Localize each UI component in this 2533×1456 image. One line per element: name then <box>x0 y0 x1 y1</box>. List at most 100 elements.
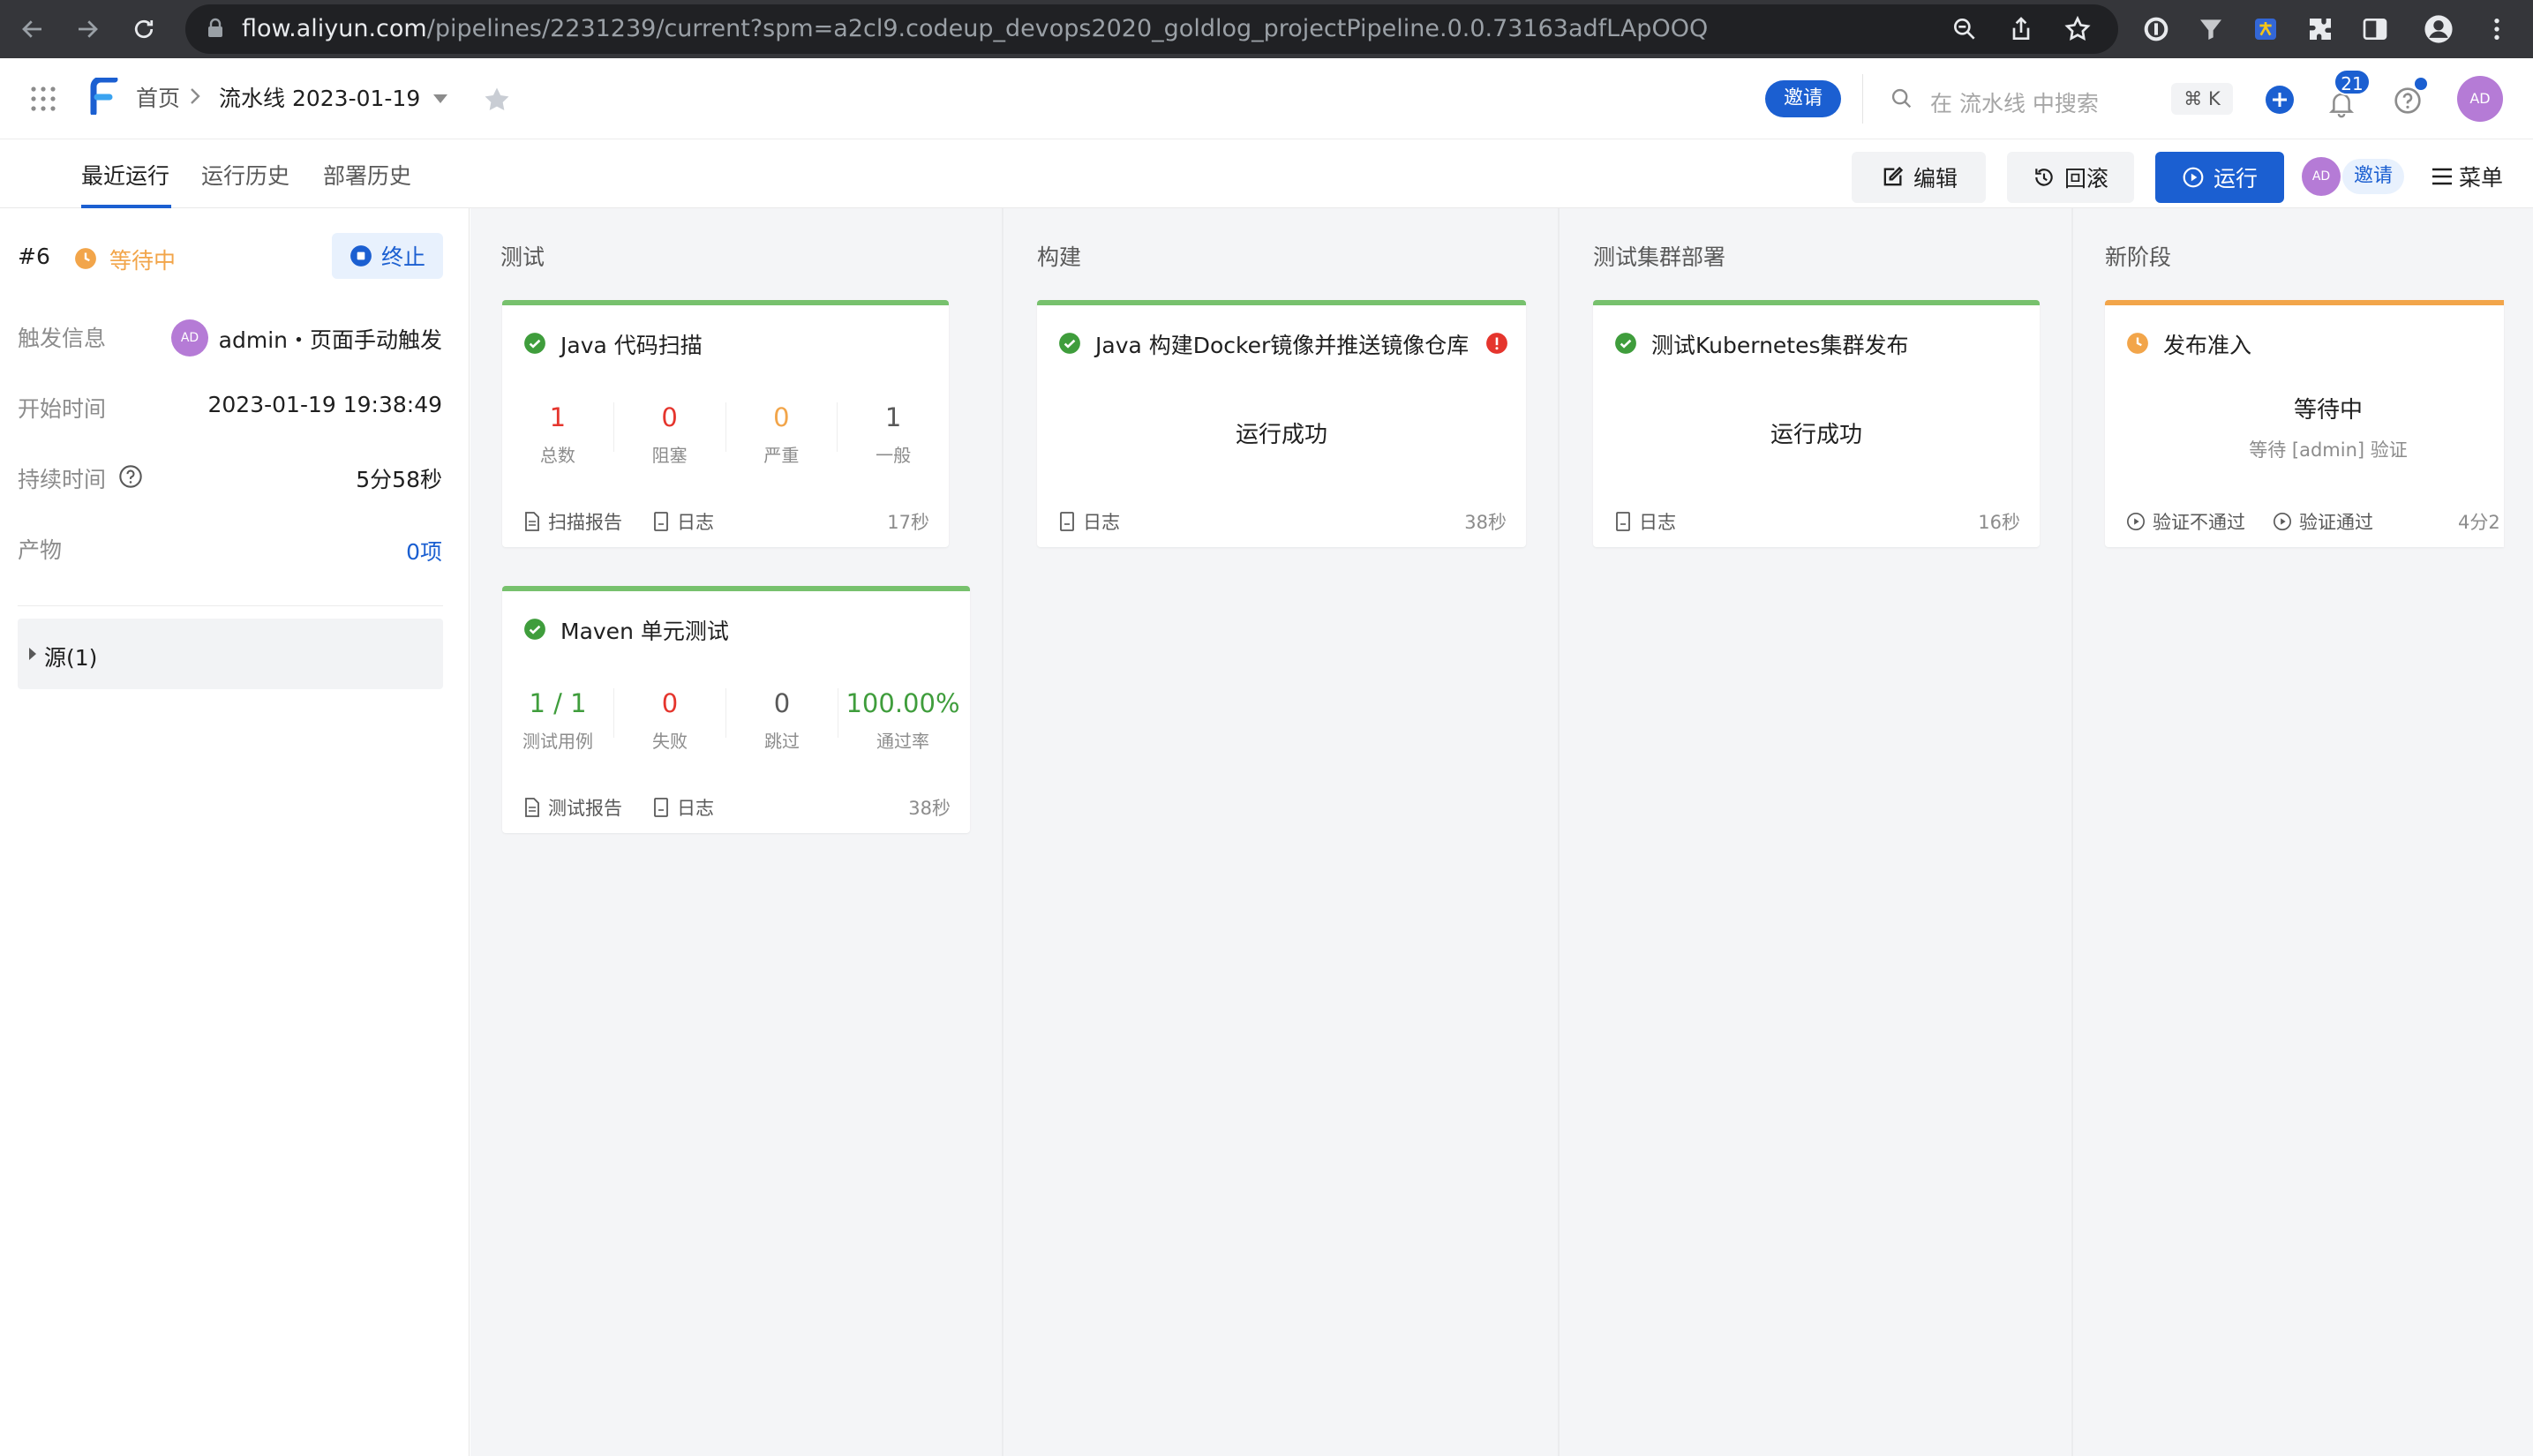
job-duration: 38秒 <box>908 798 951 819</box>
add-plus-icon[interactable] <box>2265 85 2295 115</box>
help-dot <box>2415 78 2427 90</box>
help-icon[interactable] <box>2394 86 2422 115</box>
rollback-button[interactable]: 回滚 <box>2007 152 2134 203</box>
reject-button[interactable]: 验证不通过 <box>2126 508 2245 535</box>
back-icon[interactable] <box>11 7 55 51</box>
job-duration: 16秒 <box>1978 512 2020 533</box>
log-link[interactable]: 日志 <box>652 794 714 821</box>
user-avatar[interactable]: AD <box>2457 76 2503 122</box>
hamburger-menu-icon <box>2432 168 2452 185</box>
metric-label: 阻塞 <box>651 445 688 466</box>
source-collapse[interactable]: 源(1) <box>18 619 443 689</box>
caret-right-icon <box>28 647 37 661</box>
notification-badge: 21 <box>2334 69 2371 95</box>
metric-pass-rate: 100.00% 通过率 <box>838 688 967 753</box>
approval-hint: 等待 [admin] 验证 <box>2249 439 2408 461</box>
sidepanel-icon[interactable] <box>2353 7 2397 51</box>
invite-collaborator-button[interactable]: 邀请 <box>2342 159 2404 194</box>
metric-normal: 1 一般 <box>838 402 949 467</box>
report-label: 测试报告 <box>548 798 622 819</box>
breadcrumb-home[interactable]: 首页 <box>136 81 180 113</box>
job-card-k8s-deploy[interactable]: 测试Kubernetes集群发布 运行成功 日志 16秒 <box>1593 300 2040 547</box>
test-report-link[interactable]: 测试报告 <box>523 794 622 821</box>
scan-report-link[interactable]: 扫描报告 <box>523 508 622 535</box>
job-card-unit-test[interactable]: Maven 单元测试 1 / 1 测试用例 0 失败 0 跳过 100.00% 通过率 … <box>502 586 970 833</box>
pipeline-name[interactable]: 流水线 2023-01-19 <box>219 81 420 113</box>
metric-critical: 0 严重 <box>726 402 838 467</box>
duration-help-icon[interactable] <box>118 464 143 489</box>
stage-title-build: 构建 <box>1037 244 1082 270</box>
favorite-star-icon[interactable] <box>482 85 512 115</box>
search-icon <box>1890 86 1914 111</box>
stage-divider <box>2071 208 2073 1456</box>
profile-icon[interactable] <box>2416 7 2461 51</box>
zoom-icon[interactable] <box>1950 15 1979 43</box>
password-extension-icon[interactable] <box>2134 7 2178 51</box>
approve-button[interactable]: 验证通过 <box>2273 508 2373 535</box>
log-link[interactable]: 日志 <box>1614 508 1676 535</box>
menu-button[interactable]: 菜单 <box>2431 161 2503 192</box>
run-info-panel: #6 等待中 终止 触发信息 AD admin・页面手动触发 开始时间 2023… <box>0 208 470 1456</box>
puzzle-extensions-icon[interactable] <box>2298 7 2342 51</box>
approve-label: 验证通过 <box>2299 512 2373 533</box>
report-icon <box>525 798 539 817</box>
reload-icon[interactable] <box>122 7 166 51</box>
metric-blocker: 0 阻塞 <box>614 402 725 467</box>
log-label: 日志 <box>1083 512 1120 533</box>
metric-skipped: 0 跳过 <box>726 688 838 753</box>
artifacts-label: 产物 <box>18 537 63 563</box>
forward-icon[interactable] <box>65 7 109 51</box>
run-button[interactable]: 运行 <box>2155 152 2284 203</box>
translate-extension-icon[interactable] <box>2244 7 2288 51</box>
artifacts-link[interactable]: 0项 <box>406 535 442 567</box>
browser-toolbar: flow.aliyun.com/pipelines/2231239/curren… <box>0 0 2533 58</box>
shortcut-hint: ⌘ K <box>2171 83 2233 115</box>
divider <box>18 605 443 606</box>
edit-button[interactable]: 编辑 <box>1852 152 1986 203</box>
job-title: Java 构建Docker镜像并推送镜像仓库 <box>1095 333 1469 358</box>
url-text: flow.aliyun.com/pipelines/2231239/curren… <box>242 15 1709 42</box>
log-icon <box>1616 512 1630 531</box>
scan-metrics: 1 总数 0 阻塞 0 严重 1 一般 <box>502 402 949 467</box>
tab-run-history[interactable]: 运行历史 <box>201 159 289 191</box>
share-icon[interactable] <box>2007 15 2035 43</box>
tab-deploy-history[interactable]: 部署历史 <box>323 159 411 191</box>
stop-label: 终止 <box>380 244 425 270</box>
stage-title-test: 测试 <box>500 244 545 270</box>
metric-failed: 0 失败 <box>614 688 725 753</box>
clock-status-icon <box>74 247 97 270</box>
clock-pending-icon <box>2126 332 2149 355</box>
success-check-icon <box>1058 332 1081 355</box>
metric-label: 测试用例 <box>522 731 593 752</box>
metric-cases: 1 / 1 测试用例 <box>502 688 613 753</box>
metric-value: 1 <box>549 402 567 432</box>
filter-extension-icon[interactable] <box>2189 7 2233 51</box>
play-circle-icon <box>2127 513 2145 530</box>
stop-button[interactable]: 终止 <box>332 233 443 279</box>
star-bookmark-icon[interactable] <box>2063 15 2092 43</box>
success-check-icon <box>1614 332 1637 355</box>
invite-button[interactable]: 邀请 <box>1765 80 1841 117</box>
unit-test-metrics: 1 / 1 测试用例 0 失败 0 跳过 100.00% 通过率 <box>502 688 970 753</box>
log-link[interactable]: 日志 <box>1058 508 1120 535</box>
caret-down-icon[interactable] <box>432 94 448 104</box>
metric-total: 1 总数 <box>502 402 613 467</box>
metric-value: 0 <box>661 688 679 718</box>
play-circle-icon <box>2183 167 2204 188</box>
warning-icon[interactable] <box>1485 332 1508 355</box>
tab-recent-runs[interactable]: 最近运行 <box>81 159 169 191</box>
edit-label: 编辑 <box>1913 166 1958 191</box>
job-card-release-gate[interactable]: 发布准入 等待中 等待 [admin] 验证 验证不通过 验证通过 4分2 <box>2105 300 2504 547</box>
flow-logo-icon[interactable] <box>88 78 118 115</box>
more-vert-icon[interactable] <box>2475 7 2519 51</box>
success-check-icon <box>523 332 546 355</box>
job-card-docker-build[interactable]: Java 构建Docker镜像并推送镜像仓库 运行成功 日志 38秒 <box>1037 300 1526 547</box>
stage-divider <box>1558 208 1560 1456</box>
job-title: 发布准入 <box>2163 333 2252 358</box>
report-label: 扫描报告 <box>548 512 622 533</box>
log-link[interactable]: 日志 <box>652 508 714 535</box>
apps-grid-icon[interactable] <box>30 86 56 112</box>
job-card-code-scan[interactable]: Java 代码扫描 1 总数 0 阻塞 0 严重 1 一般 扫描报告 日志 17秒 <box>502 300 949 547</box>
success-check-icon <box>523 618 546 641</box>
address-bar[interactable]: flow.aliyun.com/pipelines/2231239/curren… <box>185 4 2118 54</box>
